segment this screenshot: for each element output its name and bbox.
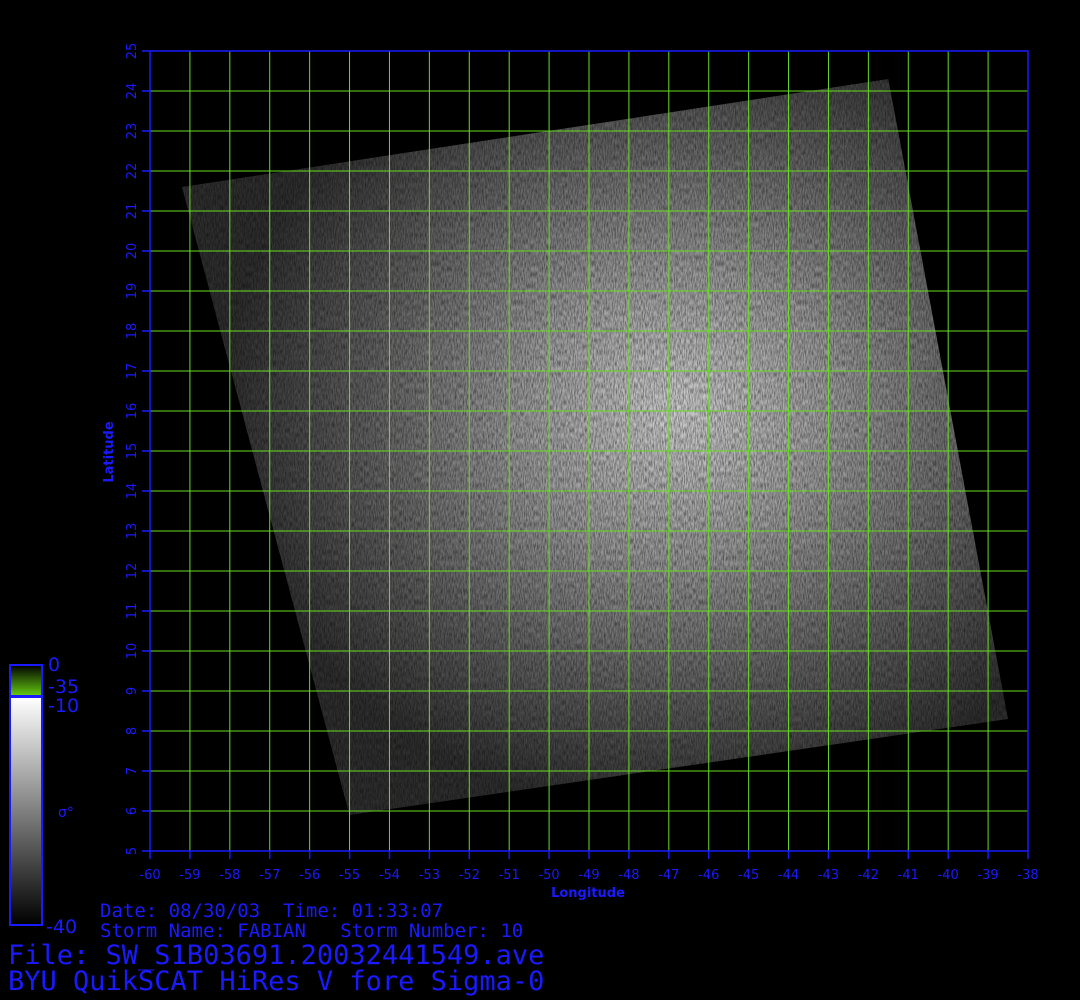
y-tick-label: 10 (125, 643, 140, 660)
y-tick-label: 17 (125, 363, 140, 380)
x-tick-label: -59 (179, 868, 200, 883)
y-tick-label: 13 (125, 523, 140, 540)
y-tick-label: 8 (125, 727, 140, 735)
x-tick-label: -56 (299, 868, 320, 883)
x-tick-label: -38 (1017, 868, 1038, 883)
colorbar-label-min: -40 (46, 916, 78, 938)
product-title-line: BYU QuikSCAT HiRes V fore Sigma-0 (8, 966, 545, 997)
lat-lon-grid (150, 51, 1028, 851)
y-tick-label: 12 (125, 563, 140, 580)
sigma-symbol: σ° (58, 805, 74, 821)
y-tick-label: 5 (125, 847, 140, 855)
x-tick-label: -60 (139, 868, 160, 883)
y-tick-label: 7 (125, 767, 140, 775)
x-tick-label: -41 (898, 868, 919, 883)
x-tick-label: -49 (578, 868, 599, 883)
x-tick-label: -52 (459, 868, 480, 883)
x-tick-label: -53 (419, 868, 440, 883)
y-tick-label: 22 (125, 163, 140, 180)
y-tick-label: 11 (125, 603, 140, 620)
x-tick-label: -42 (858, 868, 879, 883)
y-tick-labels: 5 6 7 8 9 10 11 12 13 14 15 16 17 18 19 20 21 22 23 24 25 (125, 43, 150, 855)
y-tick-label: 21 (125, 203, 140, 220)
x-tick-label: -46 (698, 868, 719, 883)
x-tick-label: -44 (778, 868, 799, 883)
file-name-line: File: SW_S1B03691.20032441549.ave (8, 940, 545, 971)
x-tick-label: -43 (818, 868, 839, 883)
y-tick-label: 19 (125, 283, 140, 300)
y-tick-label: 9 (125, 687, 140, 695)
y-tick-label: 18 (125, 323, 140, 340)
x-tick-label: -54 (379, 868, 400, 883)
y-tick-label: 6 (125, 807, 140, 815)
colorbar-green-segment (9, 664, 43, 697)
y-tick-label: 25 (125, 43, 140, 60)
x-axis-label: Longitude (551, 886, 625, 901)
x-tick-label: -39 (977, 868, 998, 883)
swath-image (181, 79, 1008, 815)
x-tick-label: -40 (938, 868, 959, 883)
colorbar (9, 664, 43, 926)
x-tick-label: -55 (339, 868, 360, 883)
y-tick-label: 20 (125, 243, 140, 260)
x-tick-label: -57 (259, 868, 280, 883)
x-tick-label: -48 (618, 868, 639, 883)
satellite-plot: -60 -59 -58 -57 -56 -55 -54 -53 -52 -51 -50 -49 -48 -… (9, 43, 1039, 926)
date-time-line: Date: 08/30/03 Time: 01:33:07 (100, 900, 444, 922)
colorbar-label-top: 0 (48, 654, 61, 676)
storm-line: Storm Name: FABIAN Storm Number: 10 (100, 920, 524, 942)
colorbar-label-gray-max: -10 (48, 695, 80, 717)
y-tick-label: 15 (125, 443, 140, 460)
y-axis-label: Latitude (102, 421, 117, 483)
y-tick-label: 14 (125, 483, 140, 500)
x-tick-label: -47 (658, 868, 679, 883)
x-tick-labels: -60 -59 -58 -57 -56 -55 -54 -53 -52 -51 -50 -49 -48 -… (139, 851, 1039, 883)
x-tick-label: -58 (219, 868, 240, 883)
y-tick-label: 24 (125, 83, 140, 100)
x-tick-label: -50 (538, 868, 559, 883)
y-tick-label: 23 (125, 123, 140, 140)
x-tick-label: -51 (499, 868, 520, 883)
y-tick-label: 16 (125, 403, 140, 420)
colorbar-gray-segment (9, 696, 43, 926)
x-tick-label: -45 (738, 868, 759, 883)
